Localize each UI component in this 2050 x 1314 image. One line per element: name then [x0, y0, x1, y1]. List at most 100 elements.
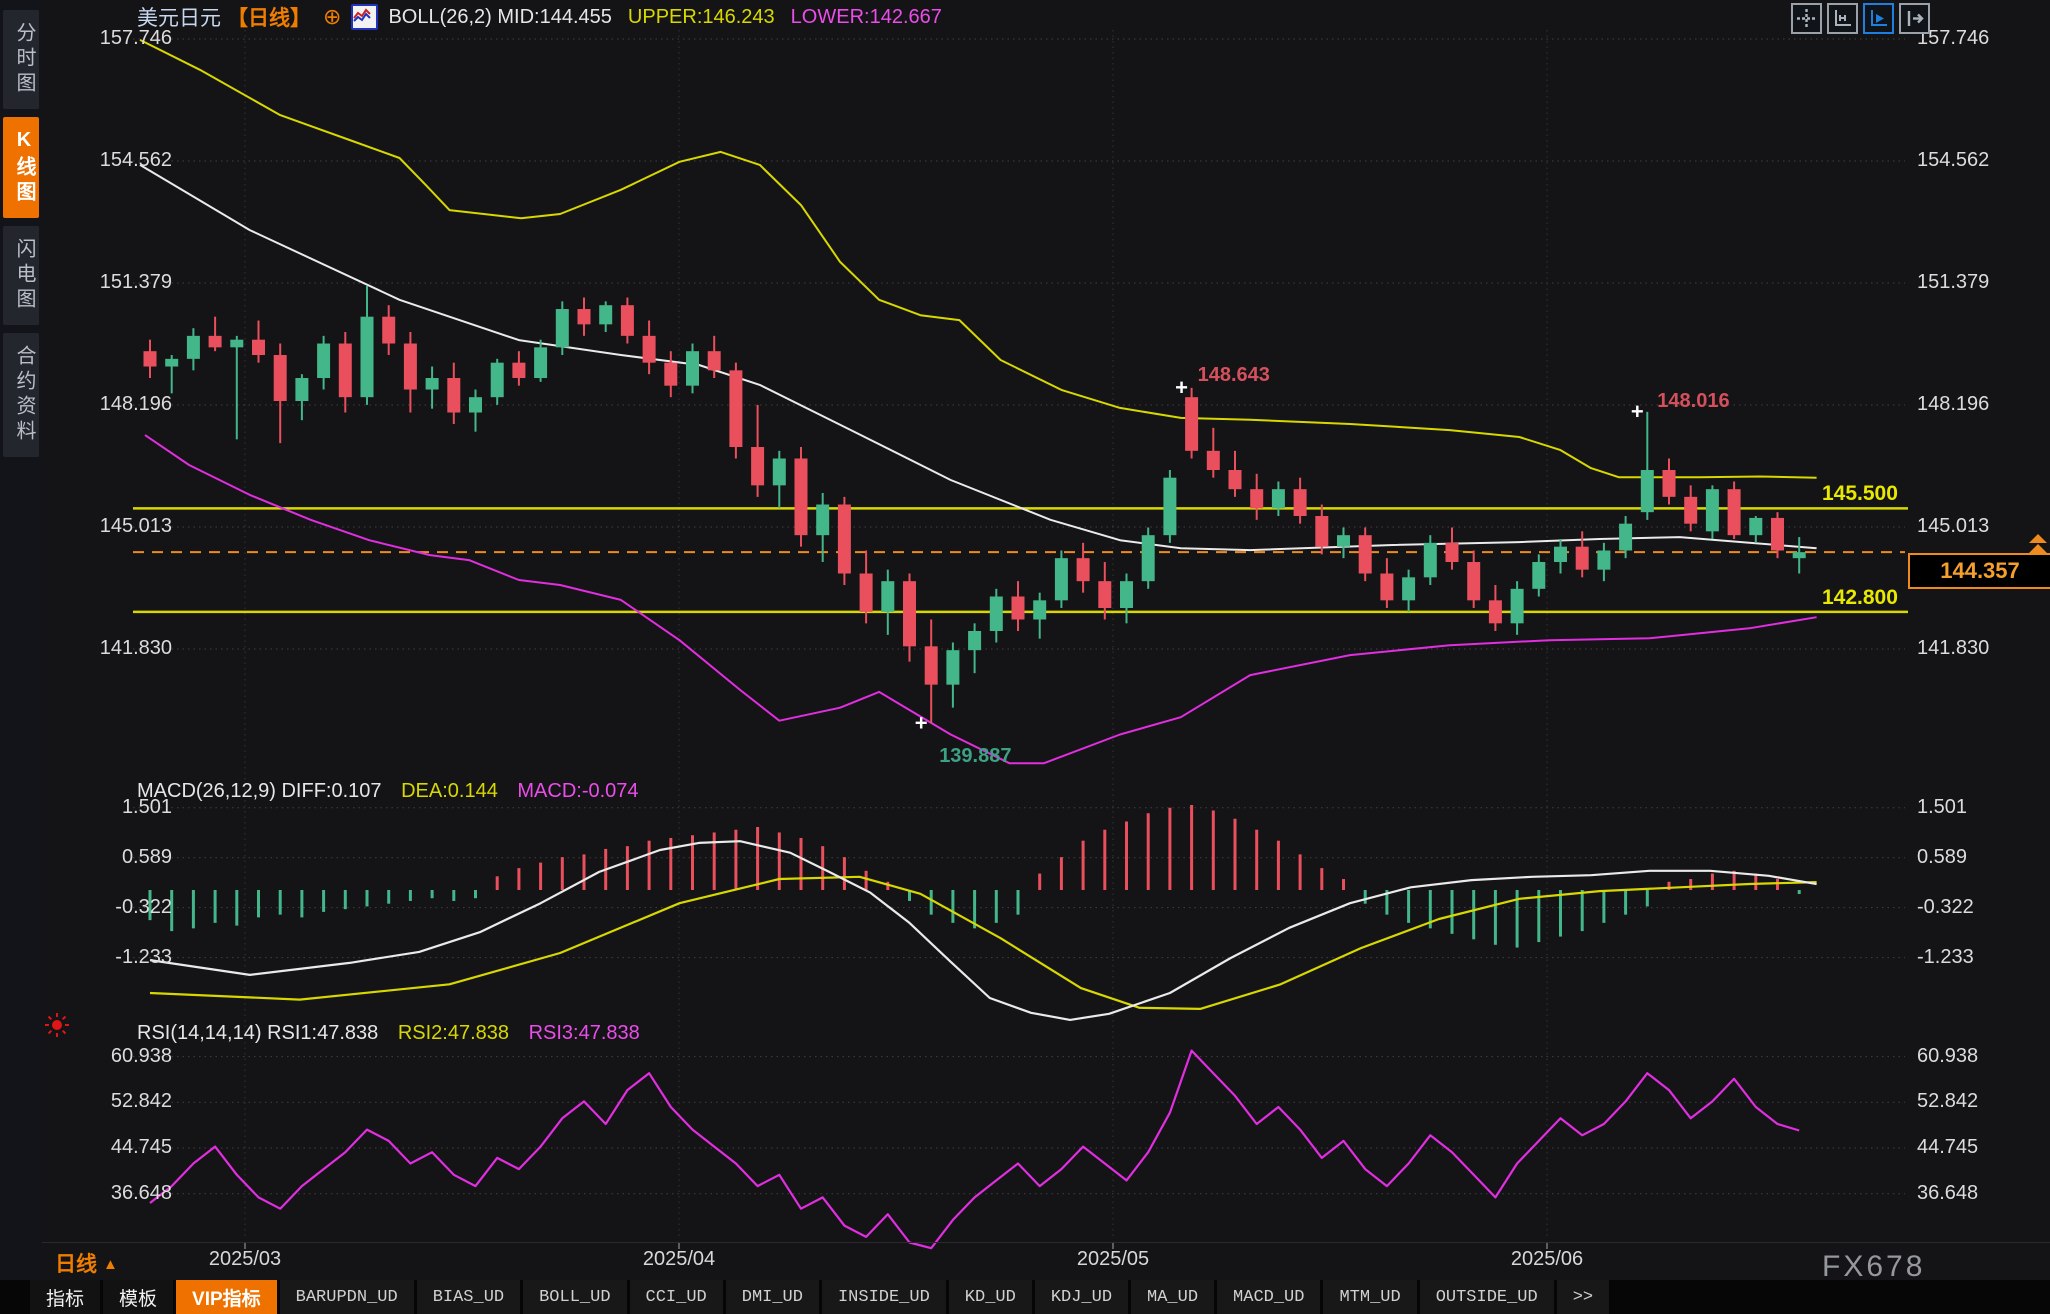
toolbar-tab-kdj_ud[interactable]: KDJ_UD [1034, 1280, 1129, 1314]
candle-body[interactable] [816, 504, 830, 536]
candle-body[interactable] [555, 309, 569, 348]
candle-body[interactable] [317, 343, 331, 379]
candle-body[interactable] [1033, 600, 1047, 620]
toolbar-tab-boll_ud[interactable]: BOLL_UD [523, 1280, 627, 1314]
candle-body[interactable] [968, 630, 982, 651]
candle-body[interactable] [751, 447, 765, 486]
candle-body[interactable] [1727, 489, 1741, 536]
shift-right-icon[interactable] [1899, 3, 1930, 34]
candle-body[interactable] [664, 362, 678, 386]
toolbar-tab-vip-[interactable]: VIP指标 [176, 1280, 277, 1314]
toolbar-tab-inside_ud[interactable]: INSIDE_UD [821, 1280, 946, 1314]
candle-body[interactable] [924, 646, 938, 685]
candle-body[interactable] [273, 355, 287, 402]
candle-body[interactable] [1597, 550, 1611, 570]
candle-body[interactable] [599, 305, 613, 325]
candle-body[interactable] [490, 362, 504, 398]
sidebar-item-time-chart[interactable]: 分时图 [3, 10, 39, 109]
toolbar-tab-barupdn_ud[interactable]: BARUPDN_UD [279, 1280, 414, 1314]
candle-body[interactable] [686, 351, 699, 386]
candle-body[interactable] [1510, 588, 1524, 624]
axis-scale-icon[interactable] [1827, 3, 1858, 34]
candle-body[interactable] [1206, 450, 1220, 471]
axis-play-icon[interactable] [1863, 3, 1894, 34]
candle-body[interactable] [1337, 535, 1350, 547]
candle-body[interactable] [620, 305, 634, 336]
candle-body[interactable] [1684, 496, 1698, 524]
candle-body[interactable] [295, 378, 309, 402]
toolbar-tab-dmi_ud[interactable]: DMI_UD [725, 1280, 819, 1314]
candle-body[interactable] [1098, 581, 1112, 608]
candle-body[interactable] [512, 362, 526, 379]
candle-body[interactable] [903, 581, 916, 647]
candle-body[interactable] [859, 573, 873, 612]
crosshair-icon[interactable] [1791, 3, 1822, 34]
candle-body[interactable] [360, 316, 374, 398]
candle-body[interactable] [1575, 546, 1589, 570]
sidebar-item-contract-info[interactable]: 合约资料 [3, 333, 39, 457]
toolbar-tab--[interactable]: 模板 [103, 1280, 174, 1314]
candle-body[interactable] [1076, 558, 1090, 582]
candle-body[interactable] [707, 351, 721, 371]
candle-body[interactable] [1771, 517, 1784, 551]
candle-body[interactable] [1271, 489, 1285, 509]
toolbar-tab-ma_ud[interactable]: MA_UD [1131, 1280, 1215, 1314]
candle-body[interactable] [469, 397, 482, 413]
candle-body[interactable] [1185, 397, 1199, 451]
candle-body[interactable] [230, 339, 244, 348]
candle-body[interactable] [1120, 581, 1133, 608]
add-indicator-icon[interactable]: ⊕ [323, 6, 341, 28]
candle-body[interactable] [577, 309, 591, 325]
candle-body[interactable] [729, 370, 743, 448]
candle-body[interactable] [1402, 577, 1416, 601]
candle-body[interactable] [382, 316, 396, 344]
candle-body[interactable] [1640, 470, 1654, 513]
chart-type-icon[interactable] [351, 4, 379, 30]
sidebar-item-flash-chart[interactable]: 闪电图 [3, 226, 39, 325]
candle-body[interactable] [1662, 470, 1676, 497]
toolbar-tab->>[interactable]: >> [1556, 1280, 1610, 1314]
candle-body[interactable] [837, 504, 851, 574]
candle-body[interactable] [1141, 535, 1155, 582]
alert-beacon-icon[interactable] [52, 1020, 62, 1030]
candle-body[interactable] [1445, 542, 1459, 562]
toolbar-tab-mtm_ud[interactable]: MTM_UD [1323, 1280, 1417, 1314]
candle-body[interactable] [1467, 561, 1481, 601]
toolbar-tab-macd_ud[interactable]: MACD_UD [1217, 1280, 1321, 1314]
candle-body[interactable] [1315, 516, 1329, 547]
candle-body[interactable] [425, 378, 439, 390]
candle-body[interactable] [1619, 523, 1633, 551]
candle-body[interactable] [1749, 517, 1763, 536]
candle-body[interactable] [1488, 600, 1502, 624]
candle-body[interactable] [1250, 489, 1264, 509]
candle-body[interactable] [881, 581, 895, 612]
chart-canvas[interactable]: + + + [0, 0, 2050, 1314]
candle-body[interactable] [1293, 489, 1307, 517]
candle-body[interactable] [794, 458, 808, 536]
candle-body[interactable] [1532, 561, 1546, 589]
candle-body[interactable] [165, 358, 179, 367]
toolbar-tab-kd_ud[interactable]: KD_UD [948, 1280, 1032, 1314]
candle-body[interactable] [946, 650, 960, 685]
candle-body[interactable] [447, 378, 461, 413]
candle-body[interactable] [338, 343, 352, 398]
toolbar-tab-outside_ud[interactable]: OUTSIDE_UD [1419, 1280, 1554, 1314]
candle-body[interactable] [1011, 596, 1025, 620]
candle-body[interactable] [208, 335, 222, 348]
candle-body[interactable] [534, 347, 548, 379]
candle-body[interactable] [1358, 535, 1372, 574]
candle-body[interactable] [1554, 546, 1567, 562]
candle-body[interactable] [1228, 470, 1242, 490]
period-selector[interactable]: 日线 ▲ [55, 1248, 118, 1278]
candle-body[interactable] [1423, 542, 1437, 578]
candle-body[interactable] [252, 339, 265, 356]
candle-body[interactable] [143, 351, 157, 367]
toolbar-tab-cci_ud[interactable]: CCI_UD [629, 1280, 723, 1314]
candle-body[interactable] [1163, 477, 1177, 536]
candle-body[interactable] [1792, 552, 1806, 559]
toolbar-tab--[interactable]: 指标 [30, 1280, 101, 1314]
candle-body[interactable] [1054, 558, 1068, 601]
candle-body[interactable] [1380, 573, 1394, 601]
candle-body[interactable] [772, 458, 786, 486]
toolbar-tab-bias_ud[interactable]: BIAS_UD [416, 1280, 521, 1314]
